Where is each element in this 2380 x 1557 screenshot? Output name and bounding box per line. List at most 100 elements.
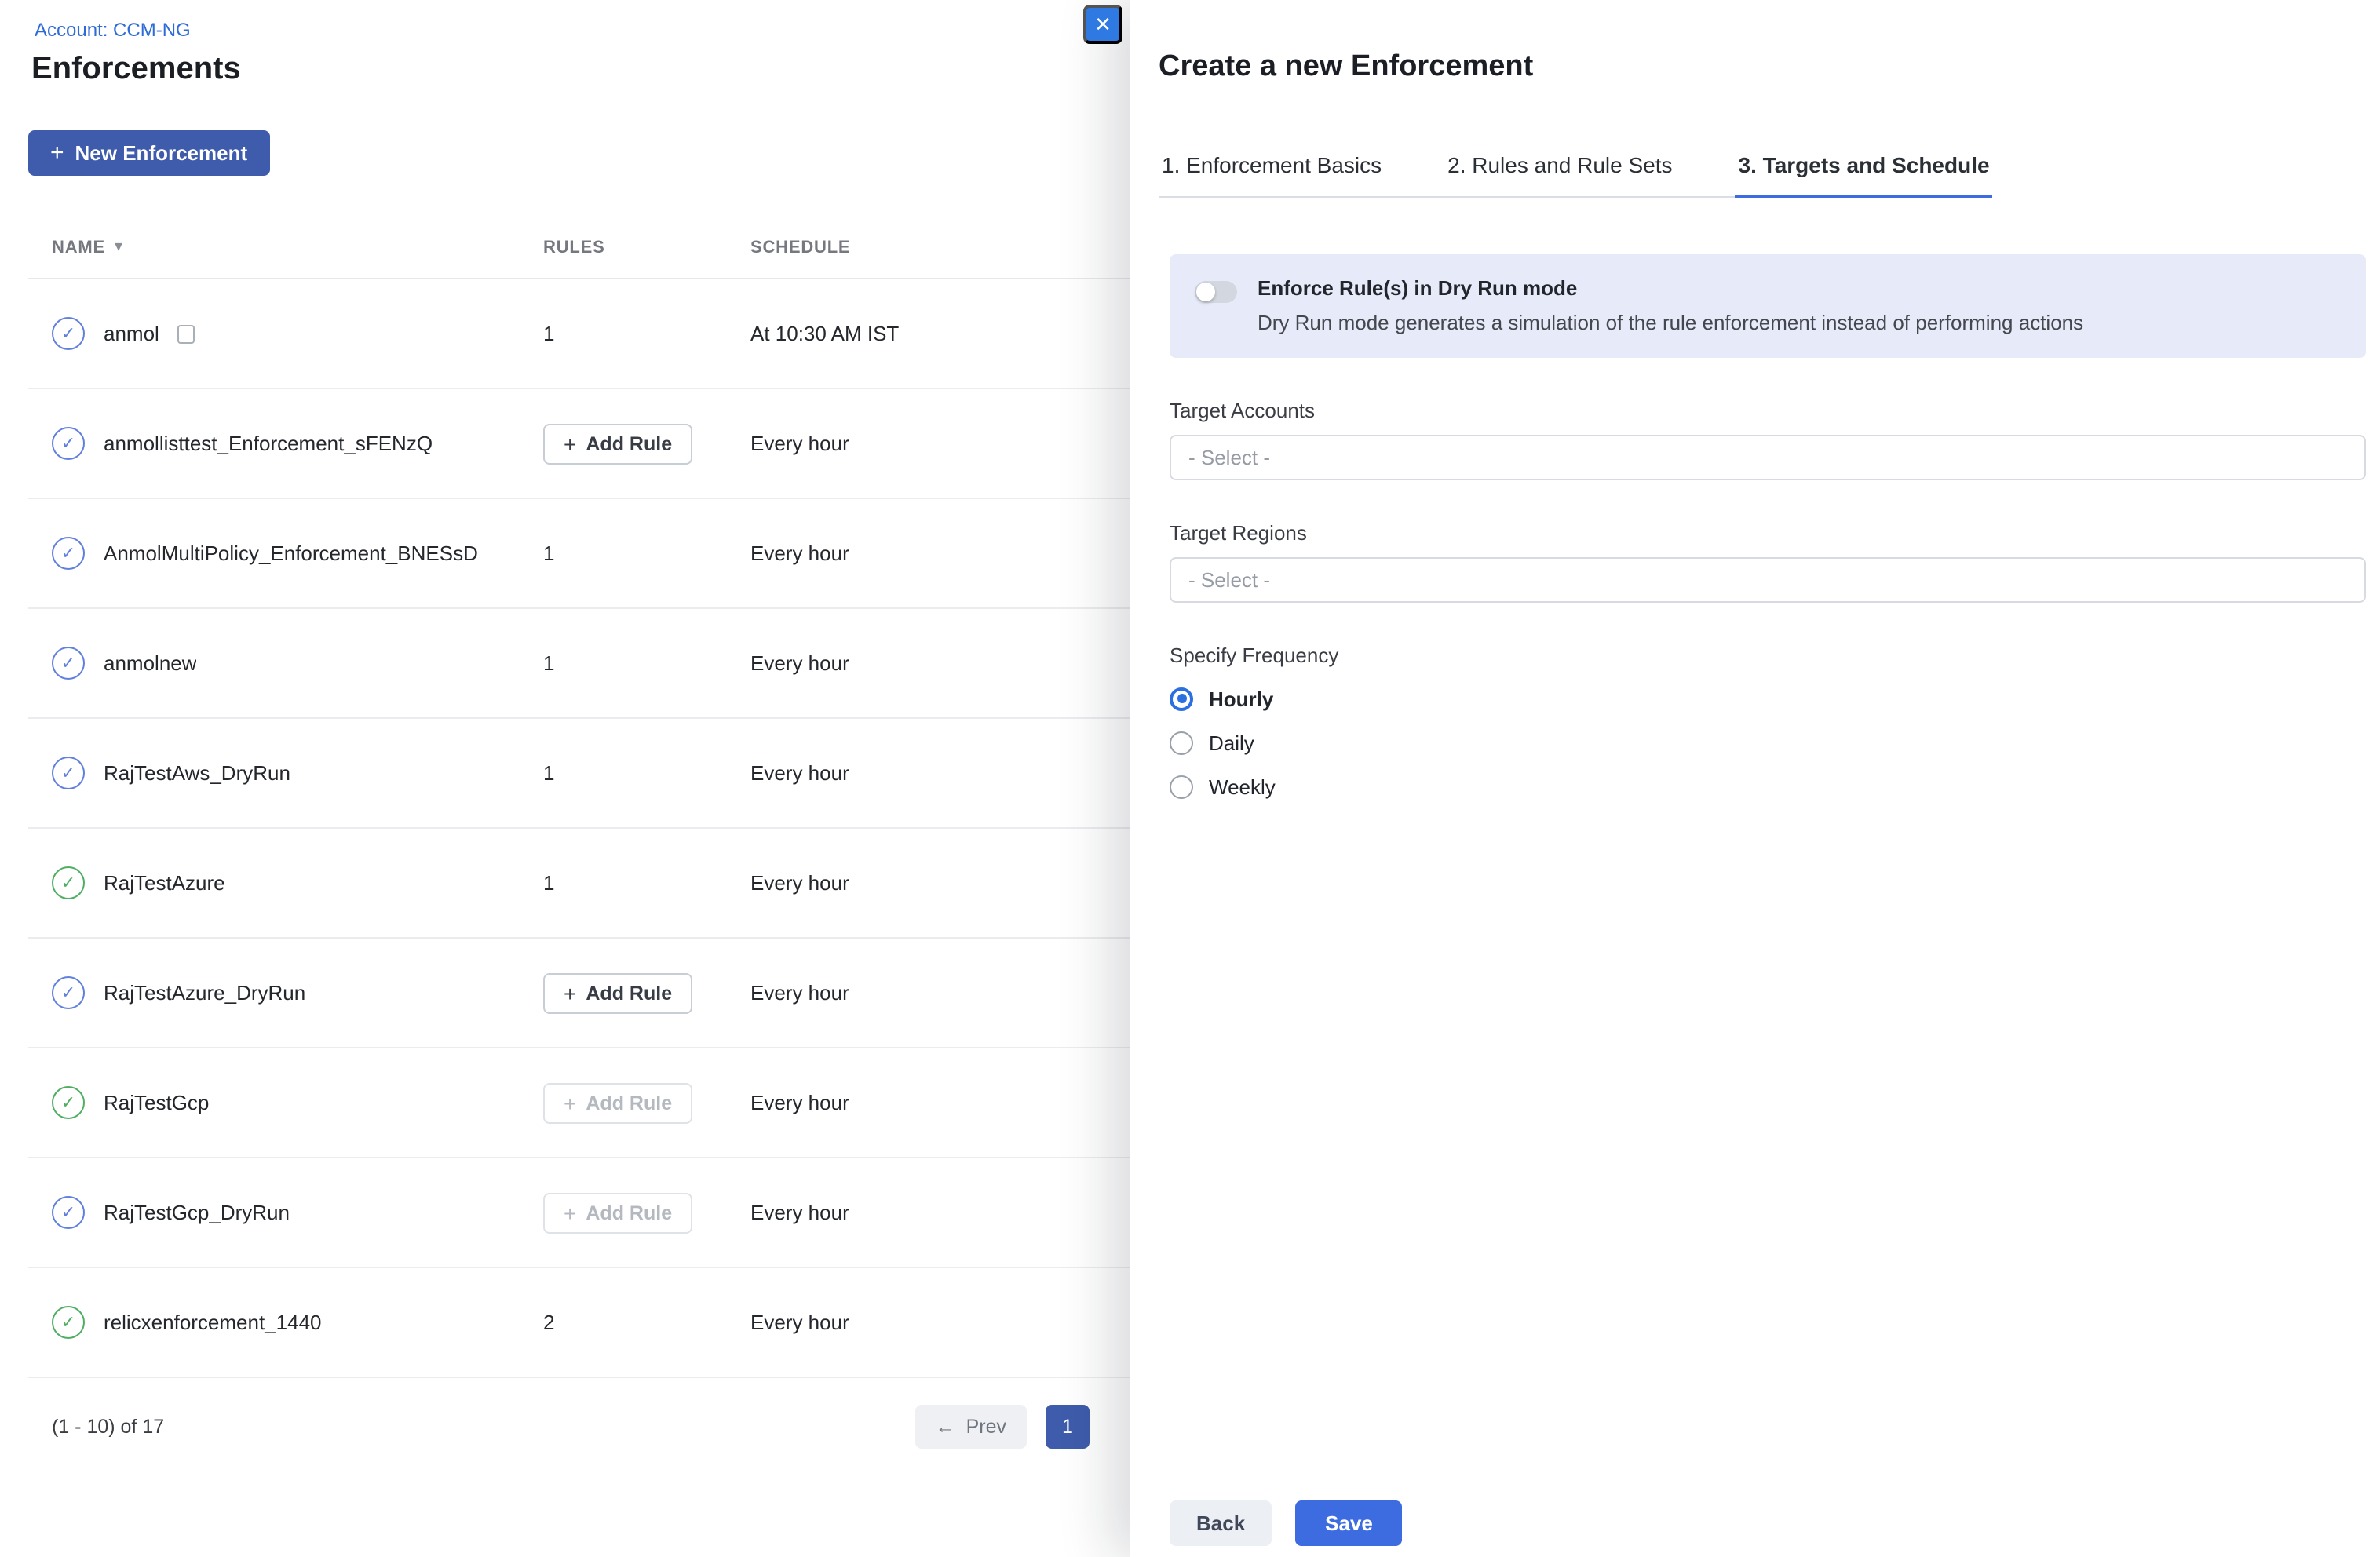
enforcement-name: AnmolMultiPolicy_Enforcement_BNESsD [104,541,478,565]
frequency-option-hourly[interactable]: Hourly [1170,686,1273,711]
table-row[interactable]: ✓ RajTestAzure 1 + Every hour [28,829,1130,939]
enforcement-name: RajTestAws_DryRun [104,761,290,785]
column-rules: RULES [543,238,750,257]
check-circle-icon: ✓ [52,1306,85,1339]
rules-count: 1 [543,871,554,895]
name-cell: ✓ relicxenforcement_1440 [52,1306,543,1339]
add-rule-button[interactable]: +Add Rule [543,1082,692,1123]
rules-cell: 1 + [543,651,750,675]
column-schedule: SCHEDULE [750,238,1130,257]
rules-cell: +Add Rule [543,423,750,464]
tab-targets-and-schedule[interactable]: 3. Targets and Schedule [1736,152,1993,198]
copy-icon[interactable] [178,324,195,343]
panel-body: Enforce Rule(s) in Dry Run mode Dry Run … [1130,198,2380,1500]
page-1-button[interactable]: 1 [1046,1405,1090,1449]
radio-icon [1170,775,1193,798]
column-name[interactable]: NAME ▾ [52,238,543,257]
screen: Account: CCM-NG Enforcements + New Enfor… [0,0,2380,1557]
table-row[interactable]: ✓ anmol 1 + At 10:30 AM IST [28,279,1130,389]
schedule-cell: Every hour [750,1201,1130,1224]
rules-cell: + Add Rule [543,972,750,1013]
name-cell: ✓ RajTestAws_DryRun [52,757,543,789]
schedule-cell: Every hour [750,981,1130,1005]
radio-icon [1170,731,1193,754]
check-circle-icon: ✓ [52,866,85,899]
table-row[interactable]: ✓ AnmolMultiPolicy_Enforcement_BNESsD 1 … [28,499,1130,609]
table-row[interactable]: ✓ RajTestGcp +Add Rule Every hour [28,1048,1130,1158]
table-row[interactable]: ✓ RajTestAzure_DryRun + Add Rule Every ho… [28,939,1130,1048]
rules-cell: 1 + [543,322,750,345]
check-circle-icon: ✓ [52,427,85,460]
enforcements-table: NAME ▾ RULES SCHEDULE ✓ anmol 1 + At 10:… [28,217,1130,1378]
new-enforcement-label: New Enforcement [75,141,248,165]
add-rule-label: Add Rule [586,1201,672,1223]
dry-run-description: Dry Run mode generates a simulation of t… [1258,311,2083,334]
rules-count: 1 [543,541,554,565]
plus-icon: + [50,141,64,165]
close-panel-button[interactable]: ✕ [1083,5,1122,44]
account-breadcrumb[interactable]: Account: CCM-NG [35,19,191,41]
enforcement-name: RajTestGcp_DryRun [104,1201,290,1224]
frequency-option-label: Weekly [1209,775,1276,798]
target-accounts-label: Target Accounts [1170,399,2366,422]
back-button[interactable]: Back [1170,1500,1272,1546]
target-regions-select[interactable]: - Select - [1170,557,2366,603]
enforcement-name: anmolnew [104,651,197,675]
column-name-label: NAME [52,238,105,257]
target-regions-label: Target Regions [1170,521,2366,545]
add-rule-button[interactable]: +Add Rule [543,1192,692,1233]
table-row[interactable]: ✓ relicxenforcement_1440 2 + Every hour [28,1268,1130,1378]
table-row[interactable]: ✓ anmolnew 1 + Every hour [28,609,1130,719]
panel-tabs: 1. Enforcement Basics 2. Rules and Rule … [1159,152,1993,198]
name-cell: ✓ AnmolMultiPolicy_Enforcement_BNESsD [52,537,543,570]
schedule-cell: Every hour [750,541,1130,565]
save-button[interactable]: Save [1295,1500,1403,1546]
rules-cell: 1 + [543,761,750,785]
rules-cell: 1 + [543,541,750,565]
rules-count: 1 [543,322,554,345]
table-row[interactable]: ✓ RajTestAws_DryRun 1 + Every hour [28,719,1130,829]
frequency-option-label: Daily [1209,731,1254,754]
add-rule-button[interactable]: +Add Rule [543,423,692,464]
add-rule-label: Add Rule [586,982,672,1004]
enforcement-name: anmollisttest_Enforcement_sFENzQ [104,432,433,455]
new-enforcement-button[interactable]: + New Enforcement [28,130,269,176]
dry-run-text: Enforce Rule(s) in Dry Run mode Dry Run … [1258,276,2083,334]
check-circle-icon: ✓ [52,757,85,789]
rules-count: 2 [543,1311,554,1334]
tab-enforcement-basics[interactable]: 1. Enforcement Basics [1159,152,1385,198]
plus-icon: + [564,982,576,1004]
name-cell: ✓ RajTestAzure [52,866,543,899]
name-cell: ✓ anmolnew [52,647,543,680]
tab-rules-and-rule-sets[interactable]: 2. Rules and Rule Sets [1444,152,1675,198]
prev-label: Prev [966,1416,1006,1438]
enforcement-name: relicxenforcement_1440 [104,1311,322,1334]
frequency-option-weekly[interactable]: Weekly [1170,774,1276,799]
table-row[interactable]: ✓ RajTestGcp_DryRun +Add Rule Every hour [28,1158,1130,1268]
radio-icon [1170,687,1193,710]
create-enforcement-panel: Create a new Enforcement 1. Enforcement … [1130,0,2380,1557]
close-icon: ✕ [1094,12,1112,37]
arrow-left-icon: ← [936,1416,955,1438]
rules-cell: +Add Rule [543,1192,750,1233]
plus-icon: + [564,1092,576,1114]
check-circle-icon: ✓ [52,976,85,1009]
name-cell: ✓ RajTestAzure_DryRun [52,976,543,1009]
rules-count: 1 [543,761,554,785]
add-rule-button[interactable]: + Add Rule [543,972,692,1013]
schedule-cell: Every hour [750,1091,1130,1114]
table-row[interactable]: ✓ anmollisttest_Enforcement_sFENzQ +Add … [28,389,1130,499]
dry-run-banner: Enforce Rule(s) in Dry Run mode Dry Run … [1170,254,2366,358]
name-cell: ✓ anmollisttest_Enforcement_sFENzQ [52,427,543,460]
target-accounts-select[interactable]: - Select - [1170,435,2366,480]
sort-caret-icon[interactable]: ▾ [115,239,123,256]
rules-count: 1 [543,651,554,675]
prev-page-button[interactable]: ← Prev [915,1405,1027,1449]
dry-run-title: Enforce Rule(s) in Dry Run mode [1258,276,2083,300]
rules-cell: +Add Rule [543,1082,750,1123]
schedule-cell: Every hour [750,651,1130,675]
frequency-option-daily[interactable]: Daily [1170,730,1254,755]
frequency-option-label: Hourly [1209,687,1273,710]
dry-run-toggle[interactable] [1195,281,1237,303]
plus-icon: + [564,432,576,454]
